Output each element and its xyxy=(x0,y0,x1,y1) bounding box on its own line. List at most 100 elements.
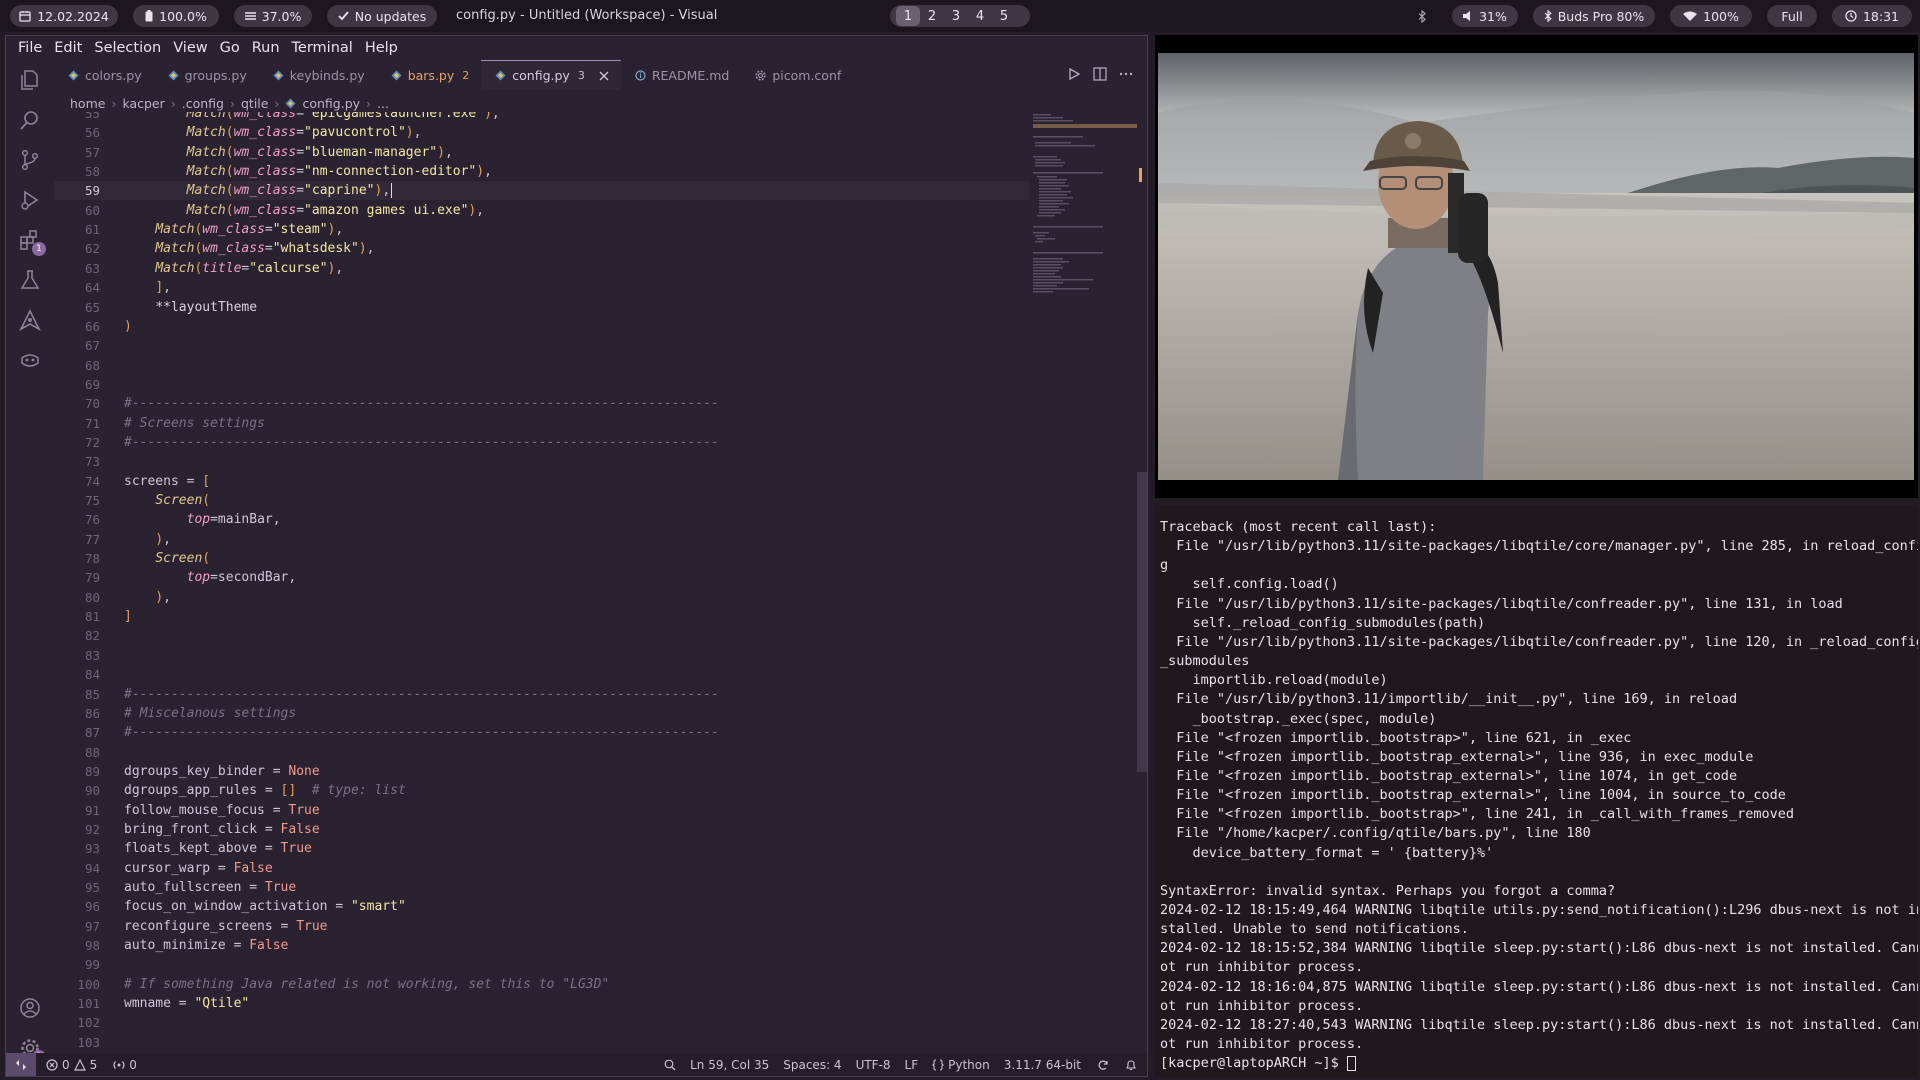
tab-picom-conf[interactable]: picom.conf xyxy=(741,60,853,90)
menu-run[interactable]: Run xyxy=(246,36,286,60)
menu-view[interactable]: View xyxy=(167,36,213,60)
power-profile-widget[interactable]: Full xyxy=(1767,5,1817,27)
menu-go[interactable]: Go xyxy=(214,36,246,60)
python-interpreter[interactable]: 3.11.7 64-bit xyxy=(1004,1058,1081,1072)
cursor-position[interactable]: Ln 59, Col 35 xyxy=(690,1058,769,1072)
cpu-widget[interactable]: 37.0% xyxy=(234,5,312,27)
code-line[interactable]: 89 dgroups_key_binder = None xyxy=(54,762,1029,781)
testing-icon[interactable] xyxy=(18,268,42,292)
code-line[interactable]: 103 xyxy=(54,1033,1029,1052)
code-line[interactable]: 102 xyxy=(54,1013,1029,1032)
code-line[interactable]: 79 top=secondBar, xyxy=(54,568,1029,587)
workspace-5[interactable]: 5 xyxy=(992,6,1016,26)
menu-terminal[interactable]: Terminal xyxy=(286,36,359,60)
code-line[interactable]: 63 Match(title="calcurse"), xyxy=(54,259,1029,278)
remote-icon[interactable] xyxy=(18,308,42,332)
code-line[interactable]: 96 focus_on_window_activation = "smart" xyxy=(54,897,1029,916)
code-line[interactable]: 88 xyxy=(54,743,1029,762)
code-line[interactable]: 93 floats_kept_above = True xyxy=(54,839,1029,858)
code-line[interactable]: 84 xyxy=(54,665,1029,684)
code-line[interactable]: 91 follow_mouse_focus = True xyxy=(54,801,1029,820)
run-icon[interactable] xyxy=(1067,67,1081,81)
code-line[interactable]: 66) xyxy=(54,317,1029,336)
battery-widget[interactable]: 100.0% xyxy=(133,5,219,27)
code-line[interactable]: 81] xyxy=(54,607,1029,626)
workspace-4[interactable]: 4 xyxy=(968,6,992,26)
code-line[interactable]: 86 # Miscelanous settings xyxy=(54,704,1029,723)
minimap[interactable] xyxy=(1031,112,1141,362)
ports-indicator[interactable]: 0 xyxy=(113,1058,137,1072)
account-icon[interactable] xyxy=(18,996,42,1020)
indentation[interactable]: Spaces: 4 xyxy=(783,1058,841,1072)
tab-bars-py[interactable]: bars.py 2 xyxy=(377,60,482,90)
code-line[interactable]: 60 Match(wm_class="amazon games ui.exe")… xyxy=(54,201,1029,220)
bell-icon[interactable] xyxy=(1125,1059,1137,1071)
clock-widget[interactable]: 18:31 xyxy=(1832,5,1912,27)
close-icon[interactable] xyxy=(599,71,609,81)
remote-indicator[interactable] xyxy=(6,1053,36,1076)
encoding[interactable]: UTF-8 xyxy=(856,1058,891,1072)
problems-indicator[interactable]: 0 5 xyxy=(46,1058,97,1072)
sync-icon[interactable] xyxy=(1097,1059,1109,1071)
copilot-icon[interactable] xyxy=(18,348,42,372)
wifi-widget[interactable]: 100% xyxy=(1670,5,1752,27)
explorer-icon[interactable] xyxy=(18,68,42,92)
workspace-2[interactable]: 2 xyxy=(920,6,944,26)
breadcrumb-item[interactable]: config.py xyxy=(302,96,360,111)
menu-help[interactable]: Help xyxy=(359,36,404,60)
extensions-icon[interactable]: 1 xyxy=(18,228,46,256)
editor-scrollbar[interactable] xyxy=(1137,112,1147,1052)
breadcrumb-item[interactable]: ... xyxy=(377,96,389,111)
language-mode[interactable]: Python xyxy=(948,1058,990,1072)
code-line[interactable]: 100 # If something Java related is not wo… xyxy=(54,975,1029,994)
code-line[interactable]: 85 #-------------------------------------… xyxy=(54,685,1029,704)
code-editor[interactable]: 55 Match(wm_class="epicgameslauncher.exe… xyxy=(54,112,1029,1052)
code-line[interactable]: 64 ], xyxy=(54,278,1029,297)
code-line[interactable]: 77 ), xyxy=(54,530,1029,549)
code-line[interactable]: 87 #-------------------------------------… xyxy=(54,723,1029,742)
terminal-prompt[interactable]: [kacper@laptopARCH ~]$ xyxy=(1160,1055,1356,1071)
code-line[interactable]: 80 ), xyxy=(54,588,1029,607)
menu-file[interactable]: File xyxy=(12,36,48,60)
menu-selection[interactable]: Selection xyxy=(88,36,167,60)
code-line[interactable]: 72 #-------------------------------------… xyxy=(54,433,1029,452)
code-line[interactable]: 76 top=mainBar, xyxy=(54,510,1029,529)
code-line[interactable]: 55 Match(wm_class="epicgameslauncher.exe… xyxy=(54,112,1029,123)
split-editor-icon[interactable] xyxy=(1093,67,1107,81)
zoom-icon[interactable] xyxy=(664,1059,676,1071)
volume-widget[interactable]: 31% xyxy=(1452,5,1518,27)
tab-readme-md[interactable]: README.md xyxy=(621,60,742,90)
code-line[interactable]: 101 wmname = "Qtile" xyxy=(54,994,1029,1013)
video-player-window[interactable] xyxy=(1155,35,1918,498)
code-line[interactable]: 57 Match(wm_class="blueman-manager"), xyxy=(54,143,1029,162)
tab-keybinds-py[interactable]: keybinds.py xyxy=(259,60,377,90)
code-line[interactable]: 95 auto_fullscreen = True xyxy=(54,878,1029,897)
breadcrumb-item[interactable]: qtile xyxy=(241,96,268,111)
code-line[interactable]: 99 xyxy=(54,955,1029,974)
bluetooth-status[interactable] xyxy=(1414,5,1430,27)
run-debug-icon[interactable] xyxy=(18,188,42,212)
code-line[interactable]: 94 cursor_warp = False xyxy=(54,859,1029,878)
terminal-window[interactable]: Traceback (most recent call last): File … xyxy=(1155,505,1918,1077)
search-icon[interactable] xyxy=(18,108,42,132)
workspace-3[interactable]: 3 xyxy=(944,6,968,26)
code-line[interactable]: 74 screens = [ xyxy=(54,472,1029,491)
updates-widget[interactable]: No updates xyxy=(327,5,437,27)
breadcrumb-item[interactable]: kacper xyxy=(122,96,164,111)
breadcrumb-item[interactable]: home xyxy=(70,96,105,111)
code-line[interactable]: 68 xyxy=(54,356,1029,375)
code-line[interactable]: 97 reconfigure_screens = True xyxy=(54,917,1029,936)
more-actions-icon[interactable] xyxy=(1119,67,1133,81)
bluetooth-widget[interactable]: Buds Pro 80% xyxy=(1533,5,1655,27)
line-ending[interactable]: LF xyxy=(905,1058,919,1072)
code-line[interactable]: 62 Match(wm_class="whatsdesk"), xyxy=(54,239,1029,258)
code-line[interactable]: 65 **layoutTheme xyxy=(54,298,1029,317)
source-control-icon[interactable] xyxy=(18,148,42,172)
code-line[interactable]: 83 xyxy=(54,646,1029,665)
code-line[interactable]: 73 xyxy=(54,452,1029,471)
tab-groups-py[interactable]: groups.py xyxy=(154,60,259,90)
code-line[interactable]: 78 Screen( xyxy=(54,549,1029,568)
code-line[interactable]: 82 xyxy=(54,626,1029,645)
code-line[interactable]: 58 Match(wm_class="nm-connection-editor"… xyxy=(54,162,1029,181)
code-line[interactable]: 59 Match(wm_class="caprine"), xyxy=(54,181,1029,200)
